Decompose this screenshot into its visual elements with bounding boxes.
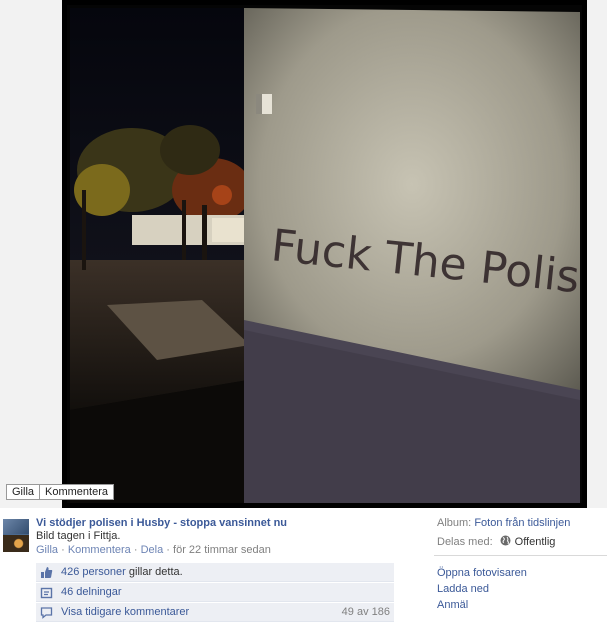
shares-count-link[interactable]: 46 delningar	[61, 586, 122, 598]
album-label: Album:	[437, 517, 472, 529]
comment-count: 49 av 186	[341, 606, 390, 618]
album-link[interactable]: Foton från tidslinjen	[474, 517, 570, 529]
shares-row: 46 delningar	[36, 583, 394, 602]
download-link[interactable]: Ladda ned	[437, 581, 527, 597]
shared-with-label: Delas med:	[437, 536, 493, 548]
photo-caption: Bild tagen i Fittja.	[36, 530, 121, 542]
post-meta: Gilla · Kommentera · Dela · för 22 timma…	[36, 544, 271, 556]
privacy-value[interactable]: Offentlig	[515, 536, 556, 548]
view-earlier-comments-link[interactable]: Visa tidigare kommentarer	[61, 606, 189, 618]
share-icon	[40, 586, 53, 599]
avatar[interactable]	[3, 519, 29, 552]
comment-link[interactable]: Kommentera	[68, 544, 131, 556]
post-details: Vi stödjer polisen i Husby - stoppa vans…	[0, 508, 400, 629]
thumbs-up-icon	[40, 566, 53, 579]
likes-suffix: gillar detta.	[125, 566, 183, 578]
comment-icon	[40, 606, 53, 619]
photo-image: Fuck The Polis	[62, 0, 587, 508]
share-link[interactable]: Dela	[141, 544, 164, 556]
view-earlier-row[interactable]: Visa tidigare kommentarer 49 av 186	[36, 603, 394, 622]
like-link[interactable]: Gilla	[36, 544, 58, 556]
report-link[interactable]: Anmäl	[437, 597, 527, 613]
photo-like-button[interactable]: Gilla	[7, 485, 39, 499]
album-line: Album: Foton från tidslinjen	[437, 517, 570, 529]
meta-separator: ·	[61, 544, 65, 556]
meta-separator: ·	[166, 544, 170, 556]
likes-row: 426 personer gillar detta.	[36, 563, 394, 582]
timestamp-link[interactable]: för 22 timmar sedan	[173, 544, 271, 556]
photo-actions: Gilla Kommentera	[6, 484, 114, 500]
photo[interactable]: Fuck The Polis	[62, 0, 587, 508]
photo-comment-button[interactable]: Kommentera	[40, 485, 113, 499]
avatar-bottom	[3, 535, 29, 552]
avatar-top	[3, 519, 29, 534]
photo-stage: Fuck The Polis Gilla Kommentera	[0, 0, 607, 508]
likes-count-link[interactable]: 426 personer	[61, 566, 126, 578]
sidebar-divider	[434, 555, 607, 556]
photo-options: Öppna fotovisaren Ladda ned Anmäl	[437, 565, 527, 613]
privacy-line: Delas med: Offentlig	[437, 535, 555, 549]
page-name-link[interactable]: Vi stödjer polisen i Husby - stoppa vans…	[36, 517, 287, 529]
feedback-box: 426 personer gillar detta. 46 delningar …	[36, 563, 394, 623]
open-photo-viewer-link[interactable]: Öppna fotovisaren	[437, 565, 527, 581]
globe-icon	[500, 535, 511, 549]
view-earlier-group: Visa tidigare kommentarer	[40, 606, 189, 619]
meta-separator: ·	[133, 544, 138, 556]
